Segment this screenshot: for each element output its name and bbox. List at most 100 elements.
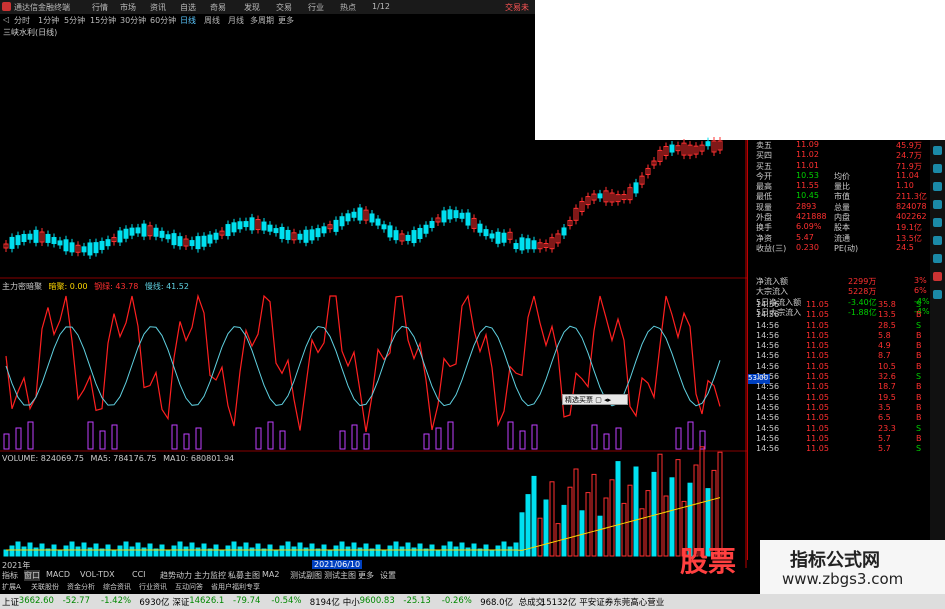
tick-time: 14:56	[756, 330, 780, 340]
indicator-bar	[339, 430, 346, 450]
info-tab[interactable]: 行业资讯	[139, 582, 167, 592]
period-4[interactable]: 30分钟	[120, 15, 146, 26]
volume-bar	[237, 546, 243, 557]
tick-dir: B	[916, 433, 922, 443]
candle-body	[273, 228, 279, 234]
trade-link[interactable]: 交易未	[505, 2, 529, 13]
period-8[interactable]: 月线	[228, 15, 244, 26]
menu-item-industry[interactable]: 行业	[308, 2, 324, 13]
candle-body	[261, 221, 267, 231]
info-tab[interactable]: 互动问答	[175, 582, 203, 592]
watermark-logo: 股票	[680, 545, 737, 578]
volume-ma-line	[6, 497, 721, 551]
info-tab[interactable]: 综合资讯	[103, 582, 131, 592]
menu-item-4[interactable]: 奇易	[210, 2, 226, 13]
indicator-tab[interactable]: 测试主图	[324, 570, 356, 581]
indicator-tab[interactable]: 设置	[380, 570, 396, 581]
menu-item-trade[interactable]: 交易	[276, 2, 292, 13]
tick-dir: B	[916, 361, 922, 371]
indicator-tab[interactable]: 趋势动力	[160, 570, 192, 581]
back-icon[interactable]: ◁	[3, 15, 9, 24]
candle-body	[561, 227, 567, 236]
status-item: 14626.1	[189, 596, 225, 606]
tool-icon[interactable]	[933, 254, 942, 263]
menu-item-watch[interactable]: 自选	[180, 2, 196, 13]
volume-bar	[603, 497, 609, 557]
info-tab[interactable]: 扩展A	[2, 582, 21, 592]
indicator-tab[interactable]: CCI	[132, 570, 146, 579]
candle-body	[447, 209, 453, 220]
select-stock-popup[interactable]: 精选买票 ▢ ◂▸	[562, 394, 628, 405]
tick-price: 11.05	[806, 310, 829, 320]
tool-icon[interactable]	[933, 236, 942, 245]
tick-volume: 28.5	[878, 320, 896, 330]
period-10[interactable]: 更多	[278, 15, 294, 26]
tool-icon[interactable]	[933, 182, 942, 191]
volume-bar	[651, 471, 657, 557]
indicator-tab[interactable]: 窗口	[24, 570, 40, 581]
indicator-tab[interactable]: 指标	[2, 570, 18, 581]
period-0[interactable]: 分时	[14, 15, 30, 26]
candle-body	[69, 242, 75, 253]
tool-icon[interactable]	[933, 218, 942, 227]
period-1[interactable]: 1分钟	[38, 15, 59, 26]
volume-bar	[123, 541, 129, 557]
watermark-box: 指标公式网 www.zbgs3.com	[760, 540, 945, 594]
tick-time: 14:56	[756, 351, 780, 361]
period-5[interactable]: 60分钟	[150, 15, 176, 26]
indicator-tab[interactable]: 私募主图	[228, 570, 260, 581]
indicator-tab[interactable]: 测试副图	[290, 570, 322, 581]
menu-item-hq[interactable]: 行情	[92, 2, 108, 13]
tool-icon[interactable]	[933, 200, 942, 209]
indicator-tab[interactable]: 更多	[358, 570, 374, 581]
candle-body	[417, 227, 423, 239]
kline-chart[interactable]: 10.009.509.008.508.00 10080604020 100008…	[0, 26, 747, 568]
period-6[interactable]: 日线	[180, 15, 196, 26]
volume-bar	[663, 495, 669, 557]
popup-label: 精选买票	[565, 396, 593, 404]
status-item: 6930亿	[139, 598, 170, 608]
indicator-tab[interactable]: MACD	[46, 570, 70, 579]
candle-body	[237, 221, 243, 230]
tool-icon[interactable]	[933, 290, 942, 299]
info-tab[interactable]: 省用户福利专享	[211, 582, 260, 592]
menu-item-page[interactable]: 1/12	[372, 2, 390, 11]
tool-icon[interactable]	[933, 272, 942, 281]
indicator-tab[interactable]: 主力监控	[194, 570, 226, 581]
volume-bar	[465, 547, 471, 557]
info-tab[interactable]: 关联股份	[31, 582, 59, 592]
volume-bar	[9, 545, 15, 557]
tool-icon[interactable]	[933, 146, 942, 155]
volume-bar	[183, 546, 189, 557]
candle-body	[231, 222, 237, 233]
quote-value2: 402262	[896, 212, 927, 222]
candle-body	[249, 217, 255, 231]
info-tabs: 扩展A 关联股份 资金分析 综合资讯 行业资讯 互动问答 省用户福利专享	[0, 581, 560, 593]
tool-icon[interactable]	[933, 164, 942, 173]
indicator-tab[interactable]: MA2	[262, 570, 279, 579]
quote-value: 11.09	[796, 140, 819, 149]
tick-time: 14:56	[756, 423, 780, 433]
period-7[interactable]: 周线	[204, 15, 220, 26]
menu-item-news[interactable]: 资讯	[150, 2, 166, 13]
candle-body	[345, 213, 351, 222]
menu-item-market[interactable]: 市场	[120, 2, 136, 13]
candle-body	[423, 224, 429, 234]
info-tab[interactable]: 资金分析	[67, 582, 95, 592]
period-2[interactable]: 5分钟	[64, 15, 85, 26]
window-title: 通达信金融终端	[14, 3, 70, 12]
volume-bar	[411, 547, 417, 557]
candle-body	[225, 224, 231, 237]
candle-body	[279, 226, 285, 239]
quote-value: 6.09%	[796, 222, 822, 232]
market-status-bar: 上证 3662.60 -52.77 -1.42% 6930亿 深证 14626.1 -79.7…	[0, 594, 945, 609]
menu-item-hot[interactable]: 热点	[340, 2, 356, 13]
indicator-bar	[267, 421, 274, 450]
indicator-tab[interactable]: VOL-TDX	[80, 570, 115, 579]
period-9[interactable]: 多周期	[250, 15, 274, 26]
menu-item-discover[interactable]: 发现	[244, 2, 260, 13]
period-3[interactable]: 15分钟	[90, 15, 116, 26]
status-item: 上证	[2, 598, 20, 608]
quote-value2: 1.10	[896, 181, 914, 191]
volume-bar	[579, 510, 585, 557]
